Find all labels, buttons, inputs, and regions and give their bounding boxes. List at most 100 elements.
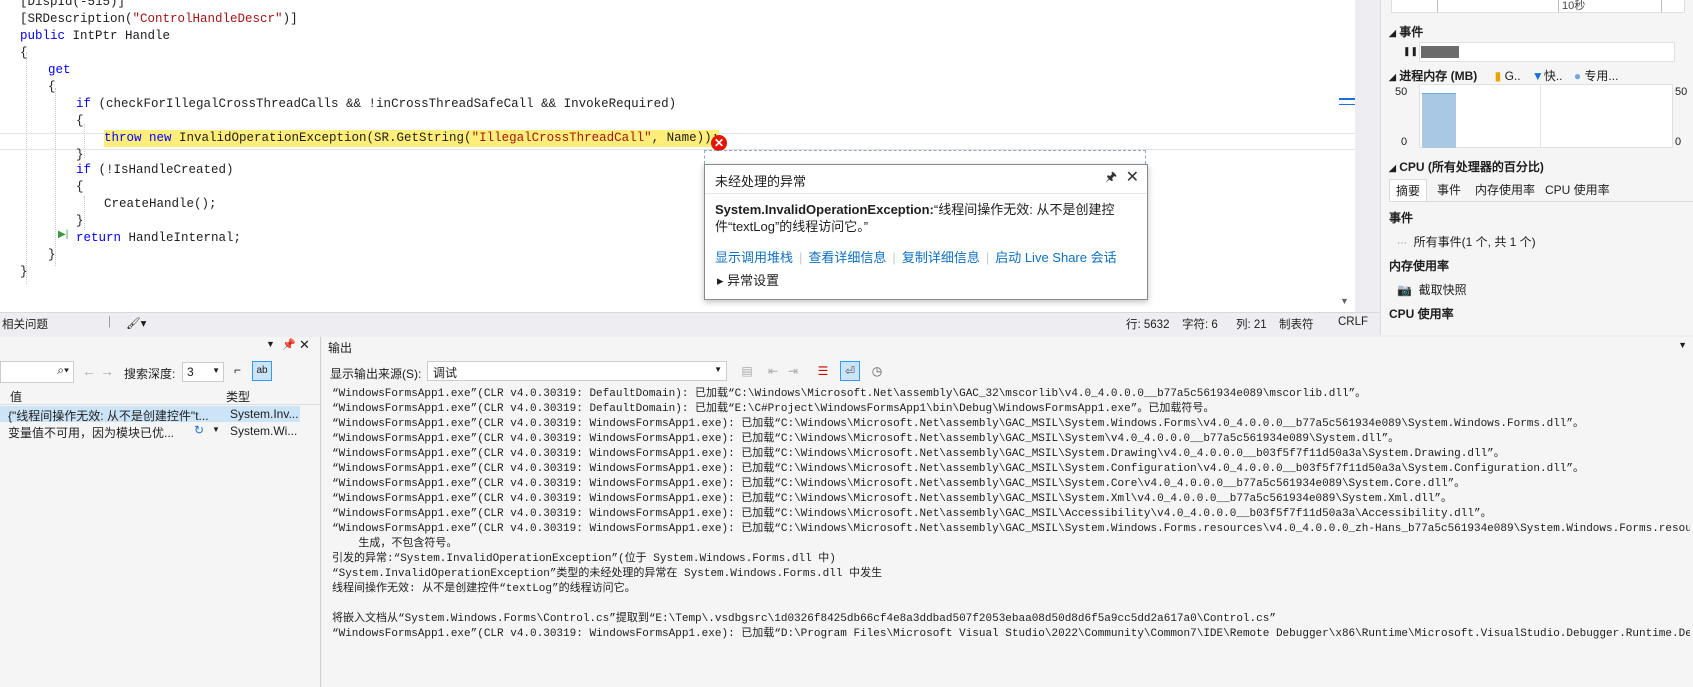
view-details-link[interactable]: 查看详细信息: [808, 250, 886, 265]
code-line[interactable]: throw new InvalidOperationException(SR.G…: [104, 130, 720, 147]
window-menu-icon[interactable]: ▼: [1678, 340, 1687, 350]
pin-icon[interactable]: 📌: [282, 338, 296, 351]
code-line[interactable]: [SRDescription("ControlHandleDescr")]: [20, 11, 298, 28]
search-input[interactable]: ⌕▾: [0, 361, 74, 383]
memory-header[interactable]: ◢ 进程内存 (MB) ▮ G.. ▼快.. ● 专用...: [1389, 67, 1689, 84]
expand-triangle-icon: ▸: [717, 273, 724, 288]
clock-icon[interactable]: ◷: [868, 362, 886, 380]
legend-private-label: 专用...: [1584, 69, 1619, 83]
cpu-header[interactable]: ◢ CPU (所有处理器的百分比): [1389, 158, 1544, 175]
column-number[interactable]: 列: 21: [1236, 316, 1267, 332]
code-line[interactable]: if (!IsHandleCreated): [76, 162, 234, 179]
error-glyph-icon[interactable]: ✕: [711, 135, 727, 151]
output-line: “WindowsFormsApp1.exe”(CLR v4.0.30319: D…: [332, 403, 1215, 415]
related-issues[interactable]: 相关问题: [2, 316, 48, 332]
take-snapshot-button[interactable]: 📷 截取快照: [1397, 281, 1467, 298]
line-number[interactable]: 行: 5632: [1126, 316, 1169, 332]
live-share-link[interactable]: 启动 Live Share 会话: [995, 250, 1116, 265]
word-wrap-icon[interactable]: ⏎: [840, 361, 860, 381]
tab-events[interactable]: 事件: [1437, 181, 1461, 198]
hex-display-icon[interactable]: ⌐: [234, 363, 241, 377]
code-line[interactable]: {: [20, 45, 28, 62]
code-cleanup-icon[interactable]: 🖌▾: [126, 316, 146, 330]
code-line[interactable]: public IntPtr Handle: [20, 28, 170, 45]
code-line[interactable]: {: [48, 79, 56, 96]
output-line: 引发的异常:“System.InvalidOperationException”…: [332, 553, 836, 565]
legend-gc[interactable]: ▮ G..: [1495, 69, 1521, 83]
code-token: IntPtr Handle: [72, 29, 171, 43]
snapshot-marker-icon: ▼: [1531, 69, 1544, 83]
code-line[interactable]: }: [76, 213, 84, 230]
char-number[interactable]: 字符: 6: [1182, 316, 1218, 332]
pin-icon[interactable]: 🖈: [1105, 168, 1117, 190]
autos-panel: ▼ 📌 ✕ ⌕▾ ← → 搜索深度: 3 ▼ ⌐ ab 值 类型 {"线程间操作…: [0, 337, 321, 687]
code-line[interactable]: get: [48, 62, 71, 79]
code-token: }: [48, 248, 56, 262]
find-message-icon[interactable]: ▤: [738, 362, 756, 380]
search-icon[interactable]: ⌕▾: [57, 363, 69, 378]
divider: [705, 193, 1147, 194]
close-icon[interactable]: ✕: [1126, 167, 1139, 187]
scroll-marker: [1339, 98, 1355, 100]
cpu-usage-section-title: CPU 使用率: [1389, 307, 1454, 321]
indent-guide: [84, 124, 85, 158]
output-source-select[interactable]: 调试 ▼: [427, 361, 727, 381]
tab-summary[interactable]: 摘要: [1389, 179, 1428, 201]
show-call-stack-link[interactable]: 显示调用堆栈: [715, 250, 793, 265]
line-ending[interactable]: CRLF: [1338, 316, 1368, 328]
close-icon[interactable]: ✕: [299, 337, 310, 353]
back-arrow-icon[interactable]: ←: [82, 363, 96, 379]
all-events-row[interactable]: ⋯ 所有事件(1 个, 共 1 个): [1397, 233, 1536, 250]
window-menu-icon[interactable]: ▼: [266, 339, 275, 349]
code-line[interactable]: if (checkForIllegalCrossThreadCalls && !…: [76, 96, 676, 113]
scroll-down-icon[interactable]: ▼: [1340, 296, 1349, 306]
chevron-down-icon[interactable]: ▼: [212, 425, 220, 434]
events-header[interactable]: ◢ 事件: [1389, 23, 1423, 40]
output-line: “System.InvalidOperationException”类型的未经处…: [332, 568, 883, 580]
code-token: , Name));: [651, 131, 720, 145]
copy-details-link[interactable]: 复制详细信息: [902, 250, 980, 265]
text-visualizer-icon[interactable]: ab: [252, 361, 272, 381]
output-line: “WindowsFormsApp1.exe”(CLR v4.0.30319: D…: [332, 388, 1367, 400]
output-line: “WindowsFormsApp1.exe”(CLR v4.0.30319: W…: [332, 448, 1505, 460]
code-line[interactable]: [DispId(-515)]: [20, 0, 125, 11]
forward-arrow-icon[interactable]: →: [100, 363, 114, 379]
search-depth-select[interactable]: 3 ▼: [182, 362, 224, 382]
code-line[interactable]: {: [76, 113, 84, 130]
grid-line: [1540, 85, 1541, 147]
private-bytes-dot-icon: ●: [1573, 69, 1582, 83]
exception-settings-toggle[interactable]: ▸ 异常设置: [717, 270, 779, 289]
output-line: “WindowsFormsApp1.exe”(CLR v4.0.30319: W…: [332, 523, 1690, 535]
clear-all-icon[interactable]: ☰: [814, 362, 832, 380]
code-line[interactable]: {: [76, 179, 84, 196]
next-message-icon[interactable]: ⇥: [784, 362, 802, 380]
tab-cpu[interactable]: CPU 使用率: [1545, 181, 1610, 198]
break-event-bar[interactable]: [1421, 46, 1459, 58]
code-token: HandleInternal;: [128, 231, 242, 245]
code-line[interactable]: CreateHandle();: [104, 196, 217, 213]
output-line: 生成，不包含符号。: [332, 538, 458, 550]
refresh-icon[interactable]: ↻: [194, 423, 204, 437]
row-value: 变量值不可用，因为模块已优...: [8, 426, 175, 440]
tabs-indicator[interactable]: 制表符: [1279, 316, 1314, 332]
code-token: get: [48, 63, 71, 77]
output-text[interactable]: “WindowsFormsApp1.exe”(CLR v4.0.30319: D…: [332, 387, 1690, 684]
col-value[interactable]: 值: [10, 388, 22, 405]
legend-snapshot[interactable]: ▼快..: [1532, 69, 1563, 83]
indent-guide: [26, 52, 27, 284]
output-line: “WindowsFormsApp1.exe”(CLR v4.0.30319: W…: [332, 508, 1492, 520]
code-line[interactable]: }: [48, 247, 56, 264]
col-type[interactable]: 类型: [226, 388, 250, 405]
table-row[interactable]: 变量值不可用，因为模块已优... ↻ ▼ System.Wi...: [0, 423, 300, 440]
legend-private[interactable]: ● 专用...: [1574, 69, 1619, 83]
pause-icon[interactable]: ❚❚: [1403, 46, 1418, 57]
tab-memory[interactable]: 内存使用率: [1475, 181, 1535, 198]
run-to-click-icon[interactable]: ▶|: [58, 229, 68, 240]
exception-type: System.InvalidOperationException:: [715, 202, 934, 217]
code-line[interactable]: return HandleInternal;: [76, 230, 241, 247]
table-row[interactable]: {"线程间操作无效: 从不是创建控件"t... System.Inv...: [0, 406, 300, 423]
code-editor[interactable]: [DispId(-515)] [SRDescription("ControlHan…: [0, 0, 1355, 312]
diag-tabs: 摘要 事件 内存使用率 CPU 使用率: [1389, 179, 1693, 202]
code-line[interactable]: }: [20, 264, 28, 281]
previous-message-icon[interactable]: ⇤: [764, 362, 782, 380]
